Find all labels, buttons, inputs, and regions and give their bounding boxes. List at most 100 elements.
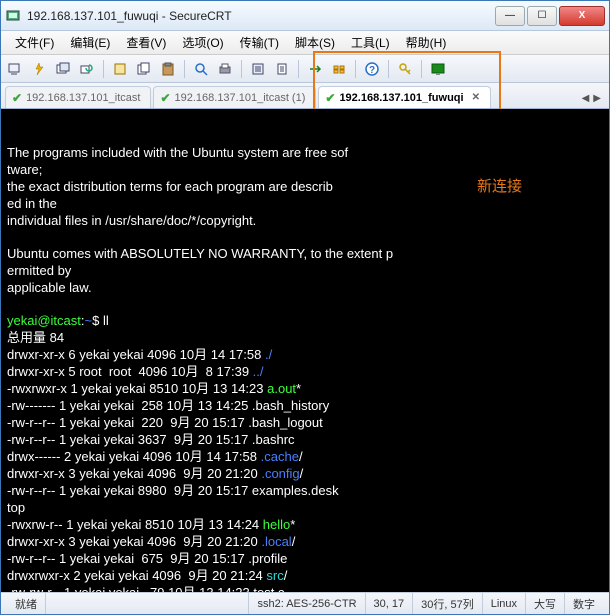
tab-session-3-active[interactable]: ✔ 192.168.137.101_fuwuqi ✕ [318,86,491,108]
dir: src [266,568,283,583]
ls-row: drwx------ 2 yekai yekai 4096 10月 14 17:… [7,449,261,464]
line: the exact distribution terms for each pr… [7,179,333,194]
status-ready: 就绪 [7,593,46,614]
tab-session-2[interactable]: ✔ 192.168.137.101_itcast (1) [153,86,316,108]
ls-row: drwxr-xr-x 3 yekai yekai 4096 9月 20 21:2… [7,534,261,549]
tab-nav: ◀ ▶ [582,93,605,108]
tab-label: 192.168.137.101_itcast (1) [175,92,306,104]
minimize-button[interactable]: — [495,6,525,26]
tab-prev-icon[interactable]: ◀ [582,93,590,104]
dir: .local [261,534,291,549]
toolbar-sep [241,60,242,78]
line: The programs included with the Ubuntu sy… [7,145,348,160]
svg-text:?: ? [369,65,375,76]
close-button[interactable]: X [559,6,605,26]
app-window: 192.168.137.101_fuwuqi - SecureCRT — ☐ X… [0,0,610,615]
transfer-icon[interactable] [305,59,325,79]
menu-file[interactable]: 文件(F) [7,34,62,51]
line: applicable law. [7,280,92,295]
connect-icon[interactable] [5,59,25,79]
ls-row: drwxr-xr-x 6 yekai yekai 4096 10月 14 17:… [7,347,265,362]
menu-options[interactable]: 选项(O) [174,34,231,51]
menu-transfer[interactable]: 传输(T) [232,34,287,51]
line: ed in the [7,196,57,211]
status-position: 30, 17 [366,593,414,614]
dir: .cache [261,449,299,464]
ls-row: drwxr-xr-x 5 root root 4096 10月 8 17:39 [7,364,253,379]
toolbar: ? [1,55,609,83]
tab-close-icon[interactable]: ✕ [472,92,480,103]
copy-icon[interactable] [134,59,154,79]
ls-row: -rw-r--r-- 1 yekai yekai 675 9月 20 15:17… [7,551,287,566]
toolbar-sep [388,60,389,78]
help-icon[interactable]: ? [362,59,382,79]
dir: ../ [253,364,264,379]
suffix: * [296,381,301,396]
app-icon [5,8,21,24]
tab-next-icon[interactable]: ▶ [593,93,601,104]
toolbar-sep [355,60,356,78]
line: ermitted by [7,263,71,278]
reconnect-icon[interactable] [77,59,97,79]
settings-icon[interactable] [248,59,268,79]
toolbar-sep [298,60,299,78]
maximize-button[interactable]: ☐ [527,6,557,26]
window-buttons: — ☐ X [495,6,605,26]
suffix: / [299,449,303,464]
session-options-icon[interactable] [110,59,130,79]
status-spacer [46,593,249,614]
line: Ubuntu comes with ABSOLUTELY NO WARRANTY… [7,246,393,261]
toolbar-sep [184,60,185,78]
toolbar-sep [103,60,104,78]
status-check-icon: ✔ [325,91,335,105]
status-caps: 大写 [526,593,565,614]
log-icon[interactable] [272,59,292,79]
suffix: / [292,534,296,549]
cmd: ll [99,313,108,328]
exe: hello [263,517,290,532]
status-os: Linux [483,593,526,614]
suffix: / [300,466,304,481]
prompt-user: yekai@itcast [7,313,81,328]
suffix: / [284,568,288,583]
tab-label: 192.168.137.101_itcast [26,92,140,104]
ls-row: drwxr-xr-x 3 yekai yekai 4096 9月 20 21:2… [7,466,261,481]
paste-icon[interactable] [158,59,178,79]
ls-row: -rw-r--r-- 1 yekai yekai 8980 9月 20 15:1… [7,483,339,498]
status-check-icon: ✔ [12,91,22,105]
line: tware; [7,162,42,177]
prompt-path: ~ [85,313,93,328]
status-bar: 就绪 ssh2: AES-256-CTR 30, 17 30行, 57列 Lin… [1,592,609,614]
menu-script[interactable]: 脚本(S) [287,34,343,51]
dir: .config [261,466,299,481]
quick-connect-icon[interactable] [29,59,49,79]
ls-row: -rw------- 1 yekai yekai 258 10月 13 14:2… [7,398,329,413]
window-title: 192.168.137.101_fuwuqi - SecureCRT [27,9,495,23]
menu-view[interactable]: 查看(V) [118,34,174,51]
tab-bar: ✔ 192.168.137.101_itcast ✔ 192.168.137.1… [1,83,609,109]
dir: ./ [265,347,272,362]
title-bar: 192.168.137.101_fuwuqi - SecureCRT — ☐ X [1,1,609,31]
suffix: * [290,517,295,532]
terminal-area[interactable]: 新连接 The programs included with the Ubunt… [1,109,609,592]
menu-help[interactable]: 帮助(H) [398,34,455,51]
status-size: 30行, 57列 [413,593,483,614]
ls-row: -rwxrw-r-- 1 yekai yekai 8510 10月 13 14:… [7,517,263,532]
find-icon[interactable] [191,59,211,79]
button-bar-icon[interactable] [329,59,349,79]
tab-session-1[interactable]: ✔ 192.168.137.101_itcast [5,86,151,108]
menu-bar: 文件(F) 编辑(E) 查看(V) 选项(O) 传输(T) 脚本(S) 工具(L… [1,31,609,55]
ls-row: -rwxrwxr-x 1 yekai yekai 8510 10月 13 14:… [7,381,267,396]
line: 总用量 84 [7,330,64,345]
menu-edit[interactable]: 编辑(E) [62,34,118,51]
ls-row: -rw-rw-r-- 1 yekai yekai 79 10月 13 14:23… [7,585,284,592]
exe: a.out [267,381,296,396]
session-tab-icon[interactable] [53,59,73,79]
screen-icon[interactable] [428,59,448,79]
key-icon[interactable] [395,59,415,79]
menu-tools[interactable]: 工具(L) [343,34,398,51]
print-icon[interactable] [215,59,235,79]
status-encryption: ssh2: AES-256-CTR [249,593,365,614]
ls-row: top [7,500,25,515]
toolbar-sep [421,60,422,78]
